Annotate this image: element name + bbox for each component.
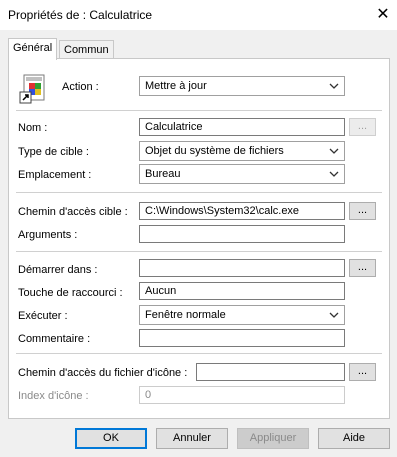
chevron-down-icon — [329, 83, 339, 89]
chemin-cible-field[interactable]: C:\Windows\System32\calc.exe — [139, 202, 345, 220]
arguments-label: Arguments : — [18, 229, 78, 241]
type-cible-select[interactable]: Objet du système de fichiers — [139, 141, 345, 161]
chemin-cible-label: Chemin d'accès cible : — [18, 206, 128, 218]
shortcut-app-icon — [17, 73, 49, 105]
nom-browse-button[interactable]: ... — [349, 118, 376, 136]
chemin-icone-label: Chemin d'accès du fichier d'icône : — [18, 367, 188, 379]
demarrer-dans-browse-button[interactable]: ... — [349, 259, 376, 277]
type-cible-value: Objet du système de fichiers — [145, 145, 284, 157]
emplacement-select[interactable]: Bureau — [139, 164, 345, 184]
chevron-down-icon — [329, 312, 339, 318]
apply-button[interactable]: Appliquer — [237, 428, 309, 449]
help-button[interactable]: Aide — [318, 428, 390, 449]
index-icone-field[interactable]: 0 — [139, 386, 345, 404]
index-icone-label: Index d'icône : — [18, 390, 89, 402]
separator — [16, 110, 382, 111]
action-label: Action : — [62, 81, 99, 93]
nom-label: Nom : — [18, 122, 48, 134]
demarrer-dans-field[interactable] — [139, 259, 345, 277]
emplacement-label: Emplacement : — [18, 169, 92, 181]
separator — [16, 251, 382, 252]
action-select[interactable]: Mettre à jour — [139, 76, 345, 96]
commentaire-label: Commentaire : — [18, 333, 91, 345]
chevron-down-icon — [329, 171, 339, 177]
executer-select[interactable]: Fenêtre normale — [139, 305, 345, 325]
executer-label: Exécuter : — [18, 310, 68, 322]
emplacement-value: Bureau — [145, 168, 181, 180]
separator — [16, 192, 382, 193]
action-select-value: Mettre à jour — [145, 80, 207, 92]
tab-commun[interactable]: Commun — [59, 40, 114, 59]
window-title: Propriétés de : Calculatrice — [8, 8, 153, 22]
touche-raccourci-label: Touche de raccourci : — [18, 287, 123, 299]
chemin-icone-field[interactable] — [196, 363, 345, 381]
chemin-icone-browse-button[interactable]: ... — [349, 363, 376, 381]
type-cible-label: Type de cible : — [18, 146, 89, 158]
chemin-cible-browse-button[interactable]: ... — [349, 202, 376, 220]
arguments-field[interactable] — [139, 225, 345, 243]
executer-value: Fenêtre normale — [145, 309, 226, 321]
touche-raccourci-field[interactable]: Aucun — [139, 282, 345, 300]
close-icon[interactable]: ✕ — [372, 4, 394, 26]
tab-general[interactable]: Général — [8, 38, 58, 60]
nom-field[interactable]: Calculatrice — [139, 118, 345, 136]
cancel-button[interactable]: Annuler — [156, 428, 228, 449]
chevron-down-icon — [329, 148, 339, 154]
commentaire-field[interactable] — [139, 329, 345, 347]
demarrer-dans-label: Démarrer dans : — [18, 264, 98, 276]
separator — [16, 353, 382, 354]
ok-button[interactable]: OK — [75, 428, 147, 449]
